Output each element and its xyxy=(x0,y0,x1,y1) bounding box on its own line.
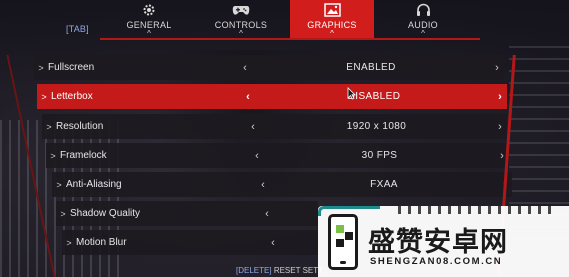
chevron-up-icon: ^ xyxy=(330,29,334,38)
image-icon xyxy=(323,2,341,18)
setting-name: Shadow Quality xyxy=(70,208,141,219)
site-watermark: 盛赞安卓网 SHENGZAN08.COM.CN xyxy=(318,206,569,277)
tab-key-hint: [TAB] xyxy=(66,24,89,34)
tab-graphics[interactable]: GRAPHICS ^ xyxy=(290,0,374,40)
setting-row-framelock[interactable]: > Framelock ‹ 30 FPS › xyxy=(46,143,509,168)
right-arrow-icon[interactable]: › xyxy=(490,62,504,74)
headphones-icon xyxy=(416,2,431,18)
reset-settings-label[interactable]: RESET SETT xyxy=(274,266,323,275)
watermark-url: SHENGZAN08.COM.CN xyxy=(370,256,503,267)
setting-row-shadow-quality[interactable]: > Shadow Quality ‹ xyxy=(56,201,318,226)
setting-name: Framelock xyxy=(60,150,107,161)
gamepad-icon xyxy=(232,2,250,18)
setting-name: Fullscreen xyxy=(48,62,95,73)
right-arrow-icon[interactable]: › xyxy=(493,121,507,133)
setting-row-motion-blur[interactable]: > Motion Blur ‹ xyxy=(62,230,318,255)
setting-value: ENABLED xyxy=(346,62,396,73)
footer-hint: [DELETE] RESET SETT xyxy=(236,266,323,275)
tab-general[interactable]: GENERAL ^ xyxy=(107,0,191,40)
row-caret-icon: > xyxy=(56,179,62,190)
left-arrow-icon[interactable]: ‹ xyxy=(266,237,280,249)
row-caret-icon: > xyxy=(38,62,44,73)
setting-value: DISABLED xyxy=(347,91,401,102)
tab-bar: [TAB] GENERAL ^ CONTROLS ^ GRAPHICS ^ AU… xyxy=(0,0,569,40)
setting-name: Resolution xyxy=(56,121,104,132)
watermark-scribble xyxy=(398,206,558,214)
setting-value: 30 FPS xyxy=(361,150,398,161)
gear-icon xyxy=(142,2,156,18)
chevron-up-icon: ^ xyxy=(147,29,151,38)
setting-value: FXAA xyxy=(370,179,398,190)
setting-value: 1920 x 1080 xyxy=(346,121,407,132)
row-caret-icon: > xyxy=(60,208,66,219)
left-arrow-icon[interactable]: ‹ xyxy=(250,150,264,162)
tab-audio[interactable]: AUDIO ^ xyxy=(381,0,465,40)
watermark-title: 盛赞安卓网 xyxy=(368,227,508,258)
row-caret-icon: > xyxy=(46,121,52,132)
left-arrow-icon[interactable]: ‹ xyxy=(241,91,255,103)
left-arrow-icon[interactable]: ‹ xyxy=(256,179,270,191)
right-arrow-icon[interactable]: › xyxy=(493,91,507,103)
setting-name: Motion Blur xyxy=(76,237,127,248)
left-arrow-icon[interactable]: ‹ xyxy=(238,62,252,74)
setting-row-anti-aliasing[interactable]: > Anti-Aliasing ‹ FXAA › xyxy=(52,172,512,197)
chevron-up-icon: ^ xyxy=(421,29,425,38)
setting-row-letterbox[interactable]: > Letterbox ‹ DISABLED › xyxy=(37,84,507,109)
setting-row-resolution[interactable]: > Resolution ‹ 1920 x 1080 › xyxy=(42,114,507,139)
phone-logo-icon xyxy=(328,214,358,270)
row-caret-icon: > xyxy=(41,91,47,102)
tab-controls[interactable]: CONTROLS ^ xyxy=(199,0,283,40)
left-arrow-icon[interactable]: ‹ xyxy=(260,208,274,220)
row-caret-icon: > xyxy=(50,150,56,161)
setting-name: Anti-Aliasing xyxy=(66,179,122,190)
mouse-cursor-icon xyxy=(347,87,356,100)
tab-underline xyxy=(100,38,480,40)
delete-key-hint: [DELETE] xyxy=(236,266,272,275)
setting-row-fullscreen[interactable]: > Fullscreen ‹ ENABLED › xyxy=(34,55,504,80)
row-caret-icon: > xyxy=(66,237,72,248)
setting-name: Letterbox xyxy=(51,91,93,102)
chevron-up-icon: ^ xyxy=(239,29,243,38)
left-arrow-icon[interactable]: ‹ xyxy=(246,121,260,133)
